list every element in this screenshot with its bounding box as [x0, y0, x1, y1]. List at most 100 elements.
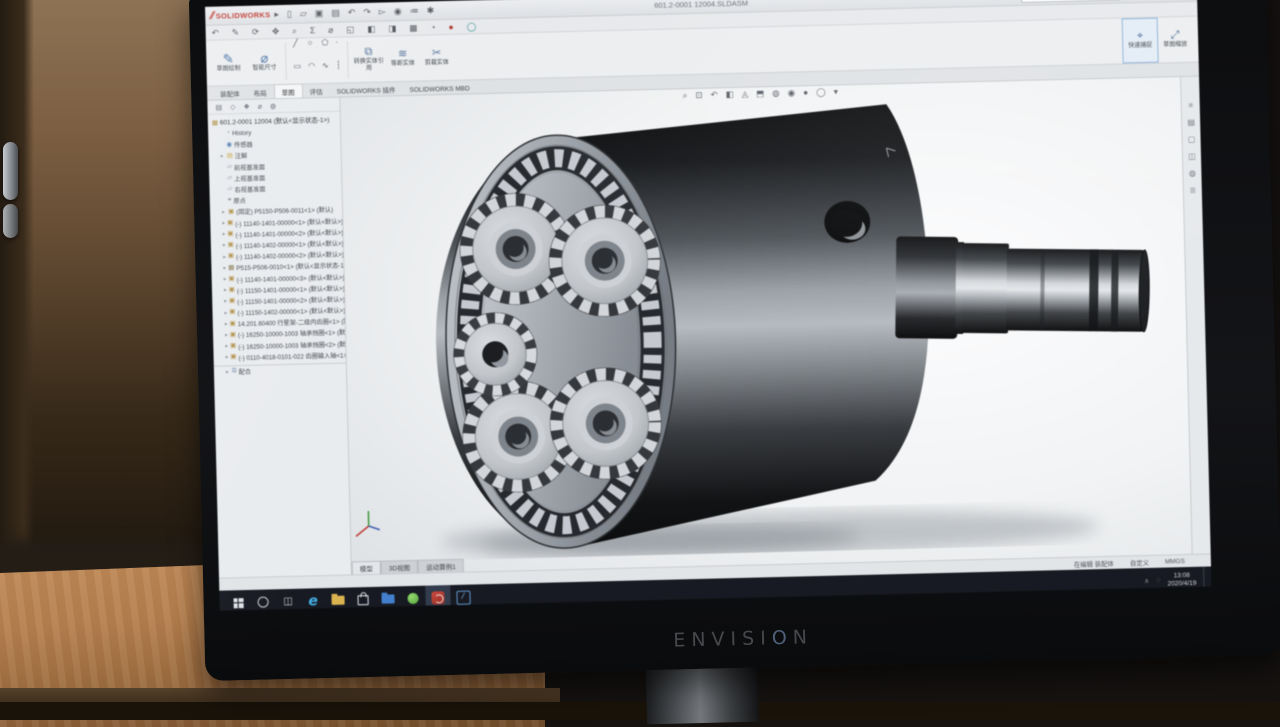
tree-item[interactable]: ▸⧉配合: [214, 362, 346, 377]
zoom-fit-icon[interactable]: ⌕: [683, 91, 688, 100]
ribbon-tab[interactable]: 评估: [302, 84, 329, 98]
mass-properties-icon[interactable]: ◱: [346, 25, 354, 34]
tray-network-icon[interactable]: ◌: [1156, 577, 1160, 584]
spline-tool-icon[interactable]: ∿: [322, 61, 329, 83]
appearances-scenes-icon[interactable]: ◍: [1189, 169, 1196, 178]
apply-scene-icon[interactable]: ◯: [467, 22, 477, 31]
hide-show-items-icon[interactable]: ◉: [788, 88, 796, 97]
custom-properties-icon[interactable]: ≣: [1189, 186, 1196, 195]
ribbon-tab[interactable]: SOLIDWORKS MBD: [402, 83, 477, 95]
save-icon[interactable]: ▣: [315, 8, 324, 17]
interference-detection-icon[interactable]: ◨: [388, 24, 396, 33]
polygon-tool-icon[interactable]: ⬠: [321, 38, 328, 60]
expander-icon[interactable]: ▸: [223, 254, 226, 260]
taskbar-file-explorer-icon[interactable]: [325, 587, 351, 610]
arc-tool-icon[interactable]: ◠: [308, 61, 316, 83]
section-view-icon[interactable]: ◧: [367, 24, 375, 33]
solidworks-resources-icon[interactable]: ≡: [1188, 101, 1193, 110]
ribbon-tab[interactable]: 草图: [273, 84, 302, 99]
edit-appearance-icon[interactable]: ●: [803, 88, 808, 97]
undo-icon[interactable]: ↶: [348, 8, 356, 17]
rebuild-icon[interactable]: ◉: [394, 7, 402, 16]
taskbar-cortana-search-icon[interactable]: [250, 589, 276, 610]
expander-icon[interactable]: ▸: [226, 355, 229, 361]
command-right-button[interactable]: ⌖快速捕捉: [1122, 18, 1159, 64]
command-labeled-button[interactable]: ✂剪裁实体: [419, 35, 454, 81]
taskbar-task-view-icon[interactable]: ◫: [275, 589, 301, 611]
open-icon[interactable]: ▱: [300, 9, 307, 18]
display-style-icon[interactable]: ◍: [772, 89, 780, 98]
tray-chevron-icon[interactable]: ∧: [1144, 576, 1149, 584]
assembly-visualization-icon[interactable]: ▦: [409, 23, 417, 32]
expander-icon[interactable]: ▸: [225, 321, 228, 327]
expander-icon[interactable]: ▸: [224, 276, 227, 282]
expander-icon[interactable]: ▸: [223, 265, 226, 271]
view-orientation-icon[interactable]: ⬒: [756, 89, 764, 98]
rectangle-tool-icon[interactable]: ▭: [293, 62, 301, 84]
taskbar-clock[interactable]: 13:08 2020/4/19: [1167, 571, 1196, 588]
displaymanager-tab-icon[interactable]: ◍: [270, 102, 276, 110]
file-properties-icon[interactable]: ≔: [410, 6, 419, 15]
expander-icon[interactable]: ▸: [222, 221, 225, 227]
ribbon-tab[interactable]: 装配体: [213, 86, 247, 100]
command-big-button[interactable]: ⌀智能尺寸: [246, 39, 283, 85]
select-icon[interactable]: ▻: [379, 7, 386, 16]
configurationmanager-tab-icon[interactable]: ❖: [243, 102, 249, 110]
centerline-tool-icon[interactable]: ┆: [336, 61, 341, 83]
expander-icon[interactable]: ▸: [225, 344, 228, 350]
hide-show-icon[interactable]: ◔: [430, 23, 435, 32]
show-desktop-button[interactable]: [1203, 567, 1209, 592]
pan-icon[interactable]: ✥: [272, 27, 279, 36]
gearbox-3d-model[interactable]: [340, 77, 1191, 562]
expander-icon[interactable]: ▸: [225, 332, 228, 338]
edit-appearance-icon[interactable]: ●: [448, 23, 453, 32]
command-labeled-button[interactable]: ⧉转换实体引用: [351, 36, 386, 82]
view-settings-icon[interactable]: ▾: [834, 87, 838, 96]
options-icon[interactable]: ✱: [427, 6, 435, 15]
undo-icon[interactable]: ↶: [212, 28, 219, 37]
command-labeled-button[interactable]: ≋等距实体: [385, 36, 420, 82]
document-tab[interactable]: 运动算例1: [418, 559, 464, 573]
dynamic-annotation-icon[interactable]: ◬: [742, 90, 749, 99]
expander-icon[interactable]: ▸: [224, 299, 227, 305]
zoom-icon[interactable]: ⌕: [292, 26, 297, 35]
propertymanager-tab-icon[interactable]: ◇: [230, 103, 236, 111]
command-right-button[interactable]: ⤢草图缩放: [1158, 17, 1193, 63]
featuremanager-tree-tab-icon[interactable]: ▤: [215, 103, 222, 111]
taskbar-green-app-icon[interactable]: [400, 586, 426, 611]
graphics-viewport[interactable]: ⌕⊡↶◧◬⬒◍◉●◯▾: [340, 77, 1191, 574]
new-document-icon[interactable]: ▯: [287, 9, 292, 18]
redo-icon[interactable]: ↷: [363, 7, 371, 16]
taskbar-work-folder-icon[interactable]: [375, 586, 401, 610]
tree-item[interactable]: ▸▣(-) 0110-4018-0101-022 齿圈输入轴<1>: [213, 349, 345, 363]
view-palette-icon[interactable]: ◫: [1188, 152, 1196, 161]
apply-scene-icon[interactable]: ◯: [816, 88, 826, 97]
file-explorer-icon[interactable]: ▢: [1188, 135, 1196, 144]
expander-icon[interactable]: ▸: [221, 153, 225, 159]
line-tool-icon[interactable]: ╱: [293, 39, 301, 61]
taskbar-start-icon[interactable]: [225, 590, 251, 611]
sketch-icon[interactable]: ✎: [232, 28, 239, 37]
section-view-icon[interactable]: ◧: [726, 90, 734, 99]
expander-icon[interactable]: ▸: [226, 369, 230, 375]
ribbon-tab[interactable]: 布局: [246, 85, 273, 99]
previous-view-icon[interactable]: ↶: [710, 90, 717, 99]
flyout-arrow-icon[interactable]: ▸: [274, 10, 279, 19]
design-library-icon[interactable]: ▤: [1187, 118, 1195, 127]
dimxpertmanager-tab-icon[interactable]: ⌀: [258, 102, 262, 110]
expander-icon[interactable]: ▸: [223, 243, 226, 249]
circle-tool-icon[interactable]: ○: [307, 38, 315, 60]
expander-icon[interactable]: ▸: [222, 209, 226, 215]
point-tool-icon[interactable]: ·: [335, 38, 340, 60]
measure-icon[interactable]: ⌀: [328, 25, 333, 34]
command-search-input[interactable]: ⌕ 搜索命令: [1021, 0, 1121, 2]
equations-icon[interactable]: Σ: [310, 26, 315, 35]
document-tab[interactable]: 模型: [352, 561, 381, 575]
rotate-view-icon[interactable]: ⟳: [252, 27, 259, 36]
expander-icon[interactable]: ▸: [224, 310, 227, 316]
expander-icon[interactable]: ▸: [224, 288, 227, 294]
command-big-button[interactable]: ✎草图绘制: [210, 40, 247, 86]
expander-icon[interactable]: ▸: [223, 232, 226, 238]
taskbar-store-icon[interactable]: [350, 587, 376, 611]
taskbar-edge-icon[interactable]: e: [300, 588, 326, 611]
